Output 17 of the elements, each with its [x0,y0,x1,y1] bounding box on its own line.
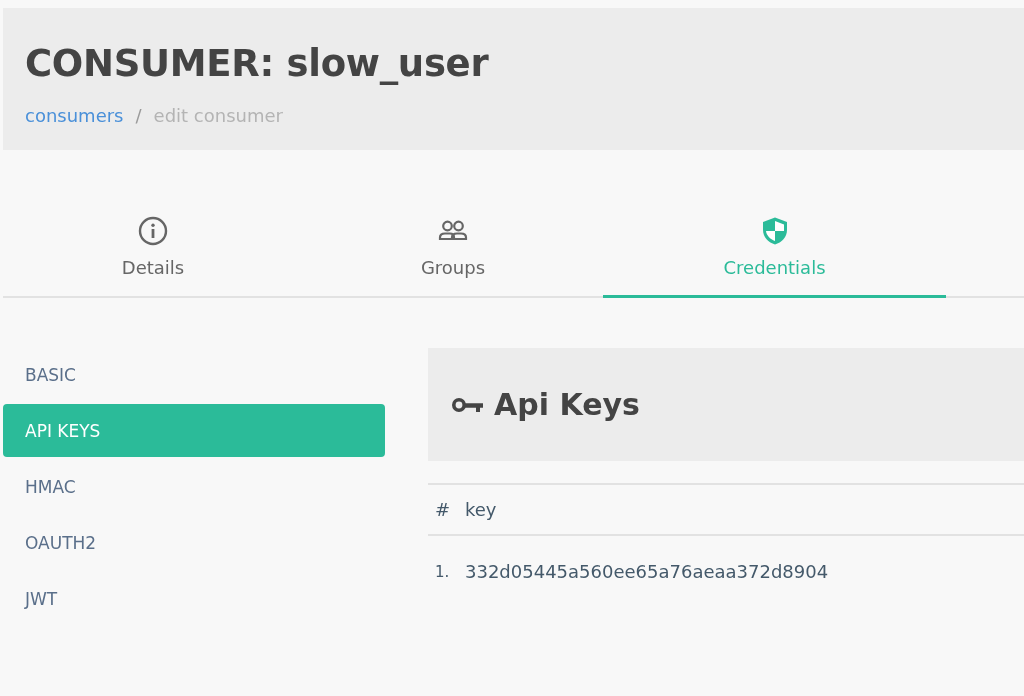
column-header: key [465,484,1024,535]
panel-title: Api Keys [494,387,640,422]
breadcrumb-current: edit consumer [153,104,283,126]
page-title: CONSUMER: slow_user [25,44,490,85]
sidebar-item[interactable]: HMAC [3,460,385,513]
breadcrumb-separator: / [135,104,142,126]
info-icon [138,216,168,246]
sidebar-item[interactable]: OAUTH2 [3,516,385,569]
table-cell: 332d05445a560ee65a76aeaa372d8904 [465,535,1024,607]
sidebar-item[interactable]: BASIC [3,348,385,401]
row-number: 1. [428,535,465,607]
tab[interactable]: Groups [303,207,603,298]
breadcrumb-link[interactable]: consumers [25,104,124,126]
sidebar-item[interactable]: JWT [3,572,385,625]
key-icon [452,395,484,414]
column-header: # [428,484,465,535]
tab[interactable]: Details [3,207,303,298]
